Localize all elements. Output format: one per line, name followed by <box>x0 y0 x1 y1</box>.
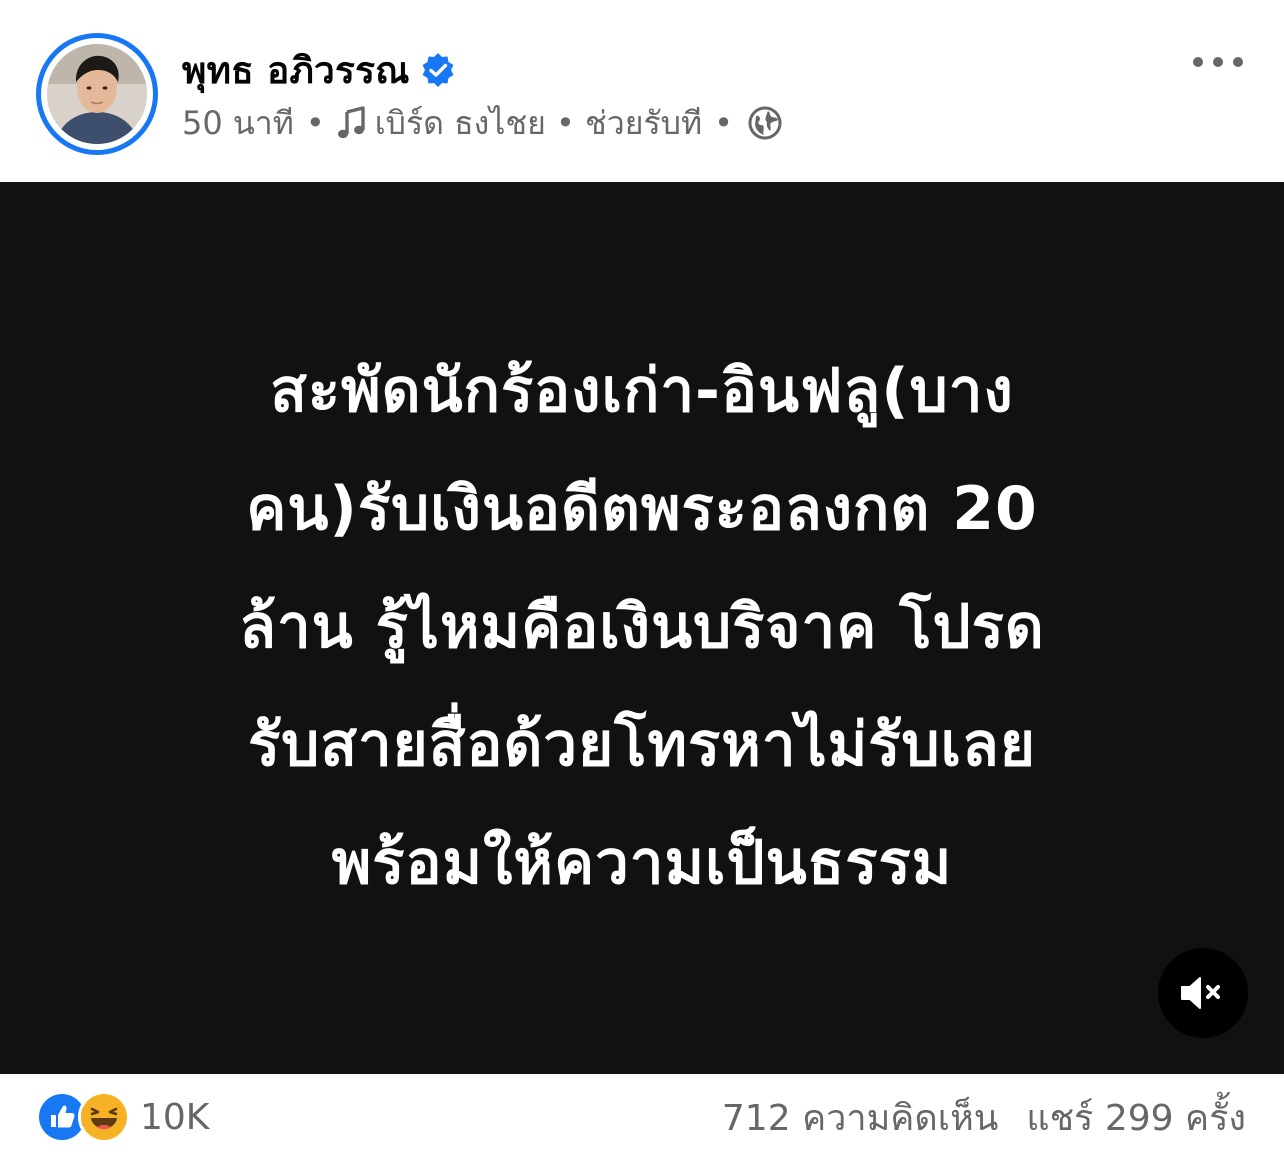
avatar-story-ring[interactable] <box>36 33 158 155</box>
music-note-icon <box>337 106 367 140</box>
reactions-summary[interactable]: 10K <box>36 1086 209 1148</box>
engagement-stats: 712 ความคิดเห็น แชร์ 299 ครั้ง <box>722 1086 1246 1148</box>
post-footer: 10K 712 ความคิดเห็น แชร์ 299 ครั้ง <box>0 1074 1284 1161</box>
post-header: พุทธ อภิวรรณ 50 นาที • เบิร์ด ธงไชย • ช่… <box>0 0 1284 182</box>
verified-badge-icon <box>420 52 456 88</box>
media-headline: สะพัดนักร้องเก่า-อินฟลู(บาง คน)รับเงินอด… <box>100 332 1184 922</box>
post-media[interactable]: สะพัดนักร้องเก่า-อินฟลู(บาง คน)รับเงินอด… <box>0 182 1284 1074</box>
headline-line: พร้อมให้ความเป็นธรรม <box>331 828 953 898</box>
meta-separator: • <box>714 104 733 142</box>
post-meta: 50 นาที • เบิร์ด ธงไชย • ช่วยรับที • <box>182 100 783 146</box>
headline-line: ล้าน รู้ไหมคือเงินบริจาค โปรด <box>239 592 1045 662</box>
headline-line: คน)รับเงินอดีตพระอลงกต 20 <box>246 474 1038 544</box>
reaction-count: 10K <box>140 1096 210 1138</box>
shares-count-link[interactable]: แชร์ 299 ครั้ง <box>1026 1089 1246 1146</box>
author-row: พุทธ อภิวรรณ <box>182 42 456 98</box>
avatar-photo <box>47 44 147 144</box>
headline-line: สะพัดนักร้องเก่า-อินฟลู(บาง <box>270 356 1014 426</box>
headline-line: รับสายสื่อด้วยโทรหาไม่รับเลย <box>248 710 1036 780</box>
avatar[interactable] <box>47 44 147 144</box>
post-time[interactable]: 50 นาที <box>182 98 294 149</box>
globe-icon[interactable] <box>747 105 783 141</box>
music-track[interactable]: เบิร์ด ธงไชย • ช่วยรับที <box>375 98 702 149</box>
comments-count-link[interactable]: 712 ความคิดเห็น <box>722 1089 999 1146</box>
author-name[interactable]: พุทธ อภิวรรณ <box>182 41 410 100</box>
more-options-button[interactable] <box>1186 40 1250 84</box>
mute-toggle-button[interactable] <box>1158 948 1248 1038</box>
meta-separator: • <box>305 104 325 142</box>
facebook-post: พุทธ อภิวรรณ 50 นาที • เบิร์ด ธงไชย • ช่… <box>0 0 1284 1161</box>
haha-reaction-icon <box>78 1091 130 1143</box>
speaker-muted-icon <box>1181 977 1220 1009</box>
ellipsis-icon <box>1193 57 1243 67</box>
